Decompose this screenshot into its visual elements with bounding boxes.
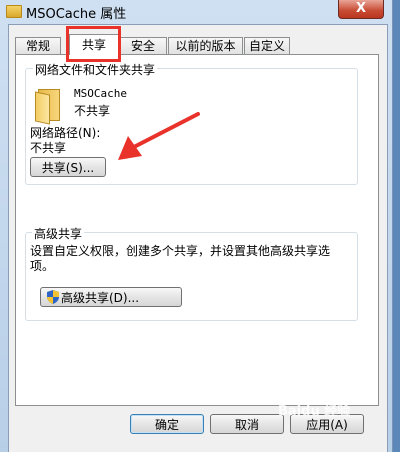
advanced-share-description: 设置自定义权限，创建多个共享，并设置其他高级共享选项。 (30, 244, 331, 273)
title-bar[interactable]: MSOCache 属性 X (0, 0, 392, 24)
tab-previous-versions[interactable]: 以前的版本 (168, 37, 243, 54)
window-title: MSOCache 属性 (26, 7, 127, 22)
advanced-share-group: 高级共享 设置自定义权限，创建多个共享，并设置其他高级共享选项。 高级共享(D)… (25, 225, 358, 321)
sharing-tab-highlight-box (66, 26, 121, 62)
network-path-value: 不共享 (30, 141, 67, 155)
folder-icon (6, 5, 22, 18)
cancel-button[interactable]: 取消 (210, 414, 284, 434)
ok-button[interactable]: 确定 (130, 414, 204, 434)
advanced-share-button-label: 高级共享(D)... (61, 291, 140, 305)
folder-icon (35, 89, 60, 125)
advanced-share-group-title: 高级共享 (32, 225, 85, 242)
folder-name: MSOCache (74, 87, 127, 100)
share-button[interactable]: 共享(S)... (30, 157, 106, 177)
network-share-group: 网络文件和文件夹共享 MSOCache 不共享 网络路径(N): 不共享 共享(… (25, 61, 358, 185)
dialog-client-area: 常规 共享 安全 以前的版本 自定义 网络文件和文件夹共享 MSOCache 不… (8, 24, 388, 452)
close-button[interactable]: X (338, 0, 384, 19)
network-share-group-title: 网络文件和文件夹共享 (33, 61, 158, 78)
tab-customize[interactable]: 自定义 (244, 37, 290, 54)
sharing-tab-panel: 网络文件和文件夹共享 MSOCache 不共享 网络路径(N): 不共享 共享(… (15, 54, 379, 406)
uac-shield-icon (47, 290, 59, 304)
watermark: Baidu 经验 (278, 404, 351, 419)
tab-security[interactable]: 安全 (119, 37, 167, 54)
properties-window: MSOCache 属性 X 常规 共享 安全 以前的版本 自定义 网络文件和文件… (0, 0, 393, 452)
advanced-share-button[interactable]: 高级共享(D)... (40, 287, 182, 307)
folder-share-status: 不共享 (74, 104, 111, 118)
tab-general[interactable]: 常规 (15, 37, 61, 54)
